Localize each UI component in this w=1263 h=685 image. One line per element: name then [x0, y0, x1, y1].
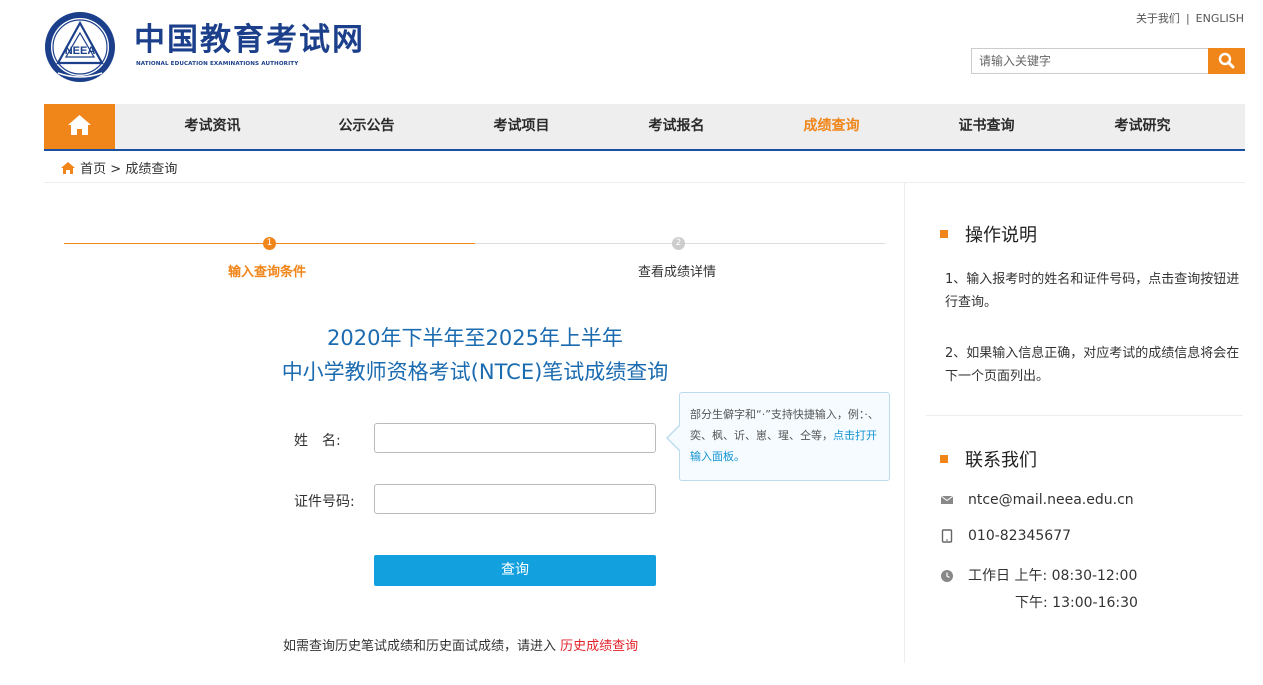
instructions-heading: 操作说明	[940, 221, 1037, 247]
column-divider	[904, 183, 905, 663]
search-icon	[1218, 52, 1235, 69]
nav-item-certificate-query[interactable]: 证书查询	[909, 104, 1064, 149]
nav-item-announcements[interactable]: 公示公告	[289, 104, 444, 149]
neea-logo-emblem[interactable]: NEEA	[44, 11, 116, 83]
contact-phone: 010-82345677	[968, 528, 1072, 544]
phone-icon	[941, 529, 953, 543]
instruction-item-1: 1、输入报考时的姓名和证件号码，点击查询按钮进行查询。	[945, 272, 1240, 310]
site-subtitle: NATIONAL EDUCATION EXAMINATIONS AUTHORIT…	[136, 61, 299, 67]
tooltip-arrow-fill	[668, 425, 681, 451]
main-nav: 考试资讯 公示公告 考试项目 考试报名 成绩查询 证书查询 考试研究	[44, 104, 1245, 151]
contact-phone-row: 010-82345677	[940, 528, 1071, 544]
instruction-item-2: 2、如果输入信息正确，对应考试的成绩信息将会在下一个页面列出。	[945, 346, 1240, 384]
bullet-square-icon	[940, 455, 948, 463]
about-us-link[interactable]: 关于我们	[1136, 12, 1180, 25]
logo-text: NEEA	[65, 45, 96, 57]
contact-heading: 联系我们	[940, 446, 1037, 472]
search-button[interactable]	[1208, 48, 1245, 74]
contact-title: 联系我们	[965, 450, 1037, 471]
history-note: 如需查询历史笔试成绩和历史面试成绩，请进入 历史成绩查询	[283, 635, 638, 654]
english-link[interactable]: ENGLISH	[1196, 12, 1244, 25]
pm-hours: 13:00-16:30	[1052, 595, 1138, 611]
contact-email[interactable]: ntce@mail.neea.edu.cn	[968, 492, 1134, 508]
history-note-text: 如需查询历史笔试成绩和历史面试成绩，请进入	[283, 639, 557, 654]
step-2-label: 查看成绩详情	[638, 265, 717, 280]
contact-email-row: ntce@mail.neea.edu.cn	[940, 492, 1134, 508]
top-links: 关于我们 | ENGLISH	[1136, 10, 1244, 26]
hours-label: 工作日	[968, 568, 1010, 584]
history-score-query-link[interactable]: 历史成绩查询	[560, 639, 638, 654]
step-2-indicator: 2	[672, 237, 685, 250]
sidebar-divider	[926, 415, 1243, 416]
nav-item-exam-news[interactable]: 考试资讯	[135, 104, 290, 149]
top-links-separator: |	[1185, 12, 1190, 25]
bullet-square-icon	[940, 230, 948, 238]
id-number-label: 证件号码:	[294, 494, 355, 510]
contact-hours-row: 工作日 上午: 08:30-12:00	[940, 565, 1137, 585]
step-1-indicator: 1	[263, 237, 276, 250]
page-title-line-2: 中小学教师资格考试(NTCE)笔试成绩查询	[281, 360, 669, 384]
rare-character-tooltip: 部分生僻字和“·”支持快捷输入，例：·、奕、枫、䜣、崽、瑆、仝等，点击打开输入面…	[679, 392, 890, 481]
breadcrumb-home[interactable]: 首页	[80, 162, 106, 177]
nav-home-button[interactable]	[44, 104, 115, 149]
home-icon	[68, 115, 91, 135]
nav-item-exam-programs[interactable]: 考试项目	[444, 104, 599, 149]
clock-icon	[941, 570, 953, 582]
breadcrumb-separator: >	[110, 162, 122, 177]
name-input[interactable]	[374, 423, 656, 453]
nav-item-registration[interactable]: 考试报名	[599, 104, 754, 149]
nav-item-score-query[interactable]: 成绩查询	[754, 104, 909, 149]
name-label: 姓 名:	[294, 433, 341, 449]
am-hours: 08:30-12:00	[1051, 568, 1138, 584]
breadcrumb-current: 成绩查询	[125, 162, 178, 177]
am-label: 上午:	[1014, 568, 1048, 584]
pm-label: 下午:	[1015, 595, 1048, 611]
home-icon	[61, 162, 75, 174]
search-input[interactable]	[971, 48, 1208, 74]
site-title[interactable]: 中国教育考试网	[134, 22, 365, 58]
step-1-label: 输入查询条件	[228, 265, 307, 280]
breadcrumb-divider	[44, 182, 1245, 183]
query-button[interactable]: 查询	[374, 555, 656, 586]
contact-hours-pm-row: 下午: 13:00-16:30	[1015, 592, 1138, 612]
breadcrumb: 首页 > 成绩查询	[60, 158, 177, 177]
instructions-title: 操作说明	[965, 225, 1037, 246]
nav-item-exam-research[interactable]: 考试研究	[1065, 104, 1220, 149]
page-title-line-1: 2020年下半年至2025年上半年	[327, 326, 623, 350]
id-number-input[interactable]	[374, 484, 656, 514]
email-icon	[940, 495, 954, 504]
